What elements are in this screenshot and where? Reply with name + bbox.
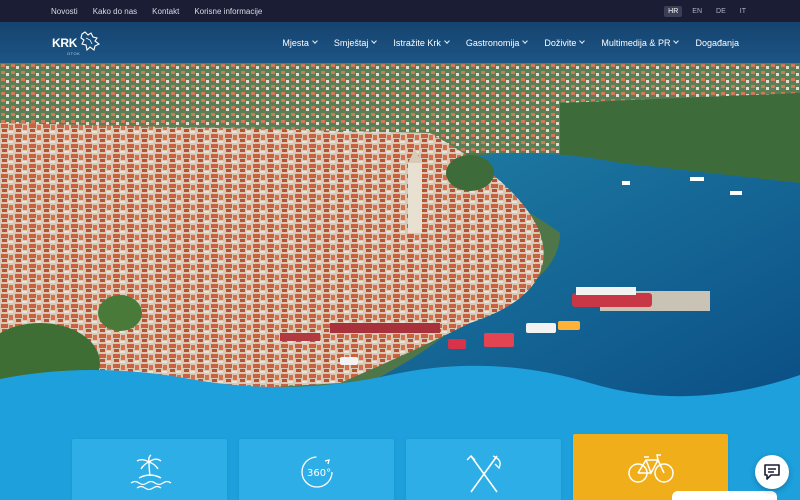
link-novosti[interactable]: Novosti: [51, 7, 78, 16]
chevron-down-icon: [579, 38, 586, 44]
card-gastronomy[interactable]: [406, 439, 561, 500]
nav-istrazite-krk[interactable]: Istražite Krk: [393, 37, 450, 48]
lang-hr[interactable]: HR: [664, 5, 683, 17]
nav-label: Multimedija & PR: [601, 37, 671, 48]
nav-label: Doživite: [544, 37, 577, 48]
utility-links: Novosti Kako do nas Kontakt Korisne info…: [51, 0, 262, 22]
link-kontakt[interactable]: Kontakt: [152, 7, 179, 16]
chevron-down-icon: [444, 38, 450, 44]
hero-image: [0, 63, 800, 400]
nav-smjestaj[interactable]: Smještaj: [333, 37, 378, 48]
nav-dogadanja[interactable]: Događanja: [695, 38, 739, 48]
chevron-down-icon: [673, 38, 680, 44]
nav-label: Istražite Krk: [393, 37, 441, 48]
lang-it[interactable]: IT: [736, 6, 750, 17]
language-switcher: HR EN DE IT: [664, 0, 750, 22]
chevron-down-icon: [522, 38, 529, 44]
site-logo[interactable]: KRK OTOK: [52, 30, 104, 56]
nav-dozivite[interactable]: Doživite: [544, 37, 586, 48]
logo-text: KRK: [52, 36, 78, 50]
island-palm-icon: [130, 454, 171, 491]
nav-label: Događanja: [695, 37, 739, 48]
main-navbar: KRK OTOK Mjesta Smještaj Istražite Krk G…: [0, 22, 800, 63]
top-utility-bar: Novosti Kako do nas Kontakt Korisne info…: [0, 0, 800, 22]
lang-en[interactable]: EN: [688, 6, 706, 17]
chat-bubble-icon: [764, 464, 780, 480]
svg-text:360°: 360°: [307, 468, 331, 479]
main-nav: Mjesta Smještaj Istražite Krk Gastronomi…: [282, 22, 739, 63]
link-kako-do-nas[interactable]: Kako do nas: [93, 7, 137, 16]
feature-cards: 360°: [0, 400, 800, 500]
chat-tab[interactable]: [672, 491, 777, 500]
chat-button[interactable]: [755, 455, 789, 489]
chevron-down-icon: [371, 38, 378, 44]
nav-mjesta[interactable]: Mjesta: [282, 37, 318, 48]
island-logo-icon: [80, 31, 101, 52]
bicycle-icon: [627, 454, 674, 483]
card-virtual-tour[interactable]: 360°: [239, 439, 394, 500]
card-beaches[interactable]: [72, 439, 227, 500]
hero-town-illustration: [0, 63, 800, 400]
nav-gastronomija[interactable]: Gastronomija: [465, 37, 529, 48]
link-korisne-informacije[interactable]: Korisne informacije: [194, 7, 262, 16]
nav-label: Mjesta: [282, 37, 309, 48]
fork-knife-icon: [466, 455, 501, 493]
logo-subtitle: OTOK: [67, 51, 81, 56]
360-view-icon: 360°: [300, 456, 333, 488]
nav-label: Gastronomija: [465, 37, 520, 48]
nav-multimedija-pr[interactable]: Multimedija & PR: [601, 37, 680, 48]
lang-de[interactable]: DE: [712, 6, 730, 17]
nav-label: Smještaj: [333, 37, 369, 48]
chevron-down-icon: [312, 38, 318, 44]
